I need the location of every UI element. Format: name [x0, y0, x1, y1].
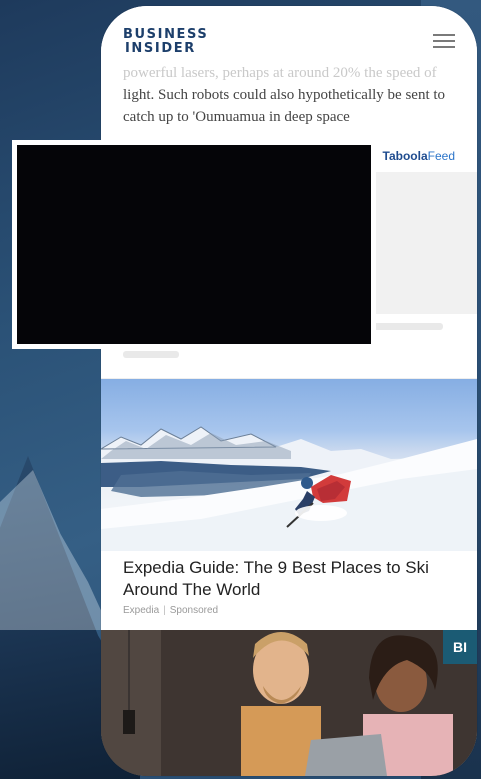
- sponsored-card-expedia[interactable]: Expedia Guide: The 9 Best Places to Ski …: [101, 378, 477, 629]
- logo-line-2: INSIDER: [125, 41, 196, 56]
- ad-sponsored-label: Sponsored: [169, 605, 219, 616]
- video-player[interactable]: [12, 140, 376, 349]
- placeholder-line-short: [123, 351, 179, 358]
- article-body: powerful lasers, perhaps at around 20% t…: [123, 62, 453, 128]
- hamburger-menu-icon[interactable]: [433, 34, 455, 48]
- bi-badge: BI: [443, 630, 477, 664]
- people-laptop-image[interactable]: [101, 630, 477, 776]
- video-frame[interactable]: [17, 145, 371, 344]
- article-paragraph: light. Such robots could also hypothetic…: [123, 87, 446, 125]
- taboola-feed-label: Feed: [427, 149, 455, 163]
- logo-line-1: BUSINESS: [123, 27, 209, 42]
- phone-screen: BUSINESS INSIDER powerful lasers, perhap…: [101, 6, 477, 776]
- ski-image[interactable]: [101, 379, 477, 551]
- ad-title[interactable]: Expedia Guide: The 9 Best Places to Ski …: [123, 557, 453, 601]
- site-header: BUSINESS INSIDER: [101, 6, 477, 64]
- business-insider-logo[interactable]: BUSINESS INSIDER: [123, 28, 208, 56]
- article-faded-line: powerful lasers, perhaps at around 20% t…: [123, 65, 437, 81]
- ad-source[interactable]: Expedia: [123, 605, 159, 616]
- background-snow: [0, 470, 110, 630]
- taboola-feed-logo[interactable]: TaboolaFeed: [383, 149, 455, 163]
- taboola-brand: Taboola: [382, 149, 428, 163]
- ad-meta: Expedia | Sponsored: [123, 605, 219, 616]
- sponsored-card-bi[interactable]: BI: [101, 630, 477, 776]
